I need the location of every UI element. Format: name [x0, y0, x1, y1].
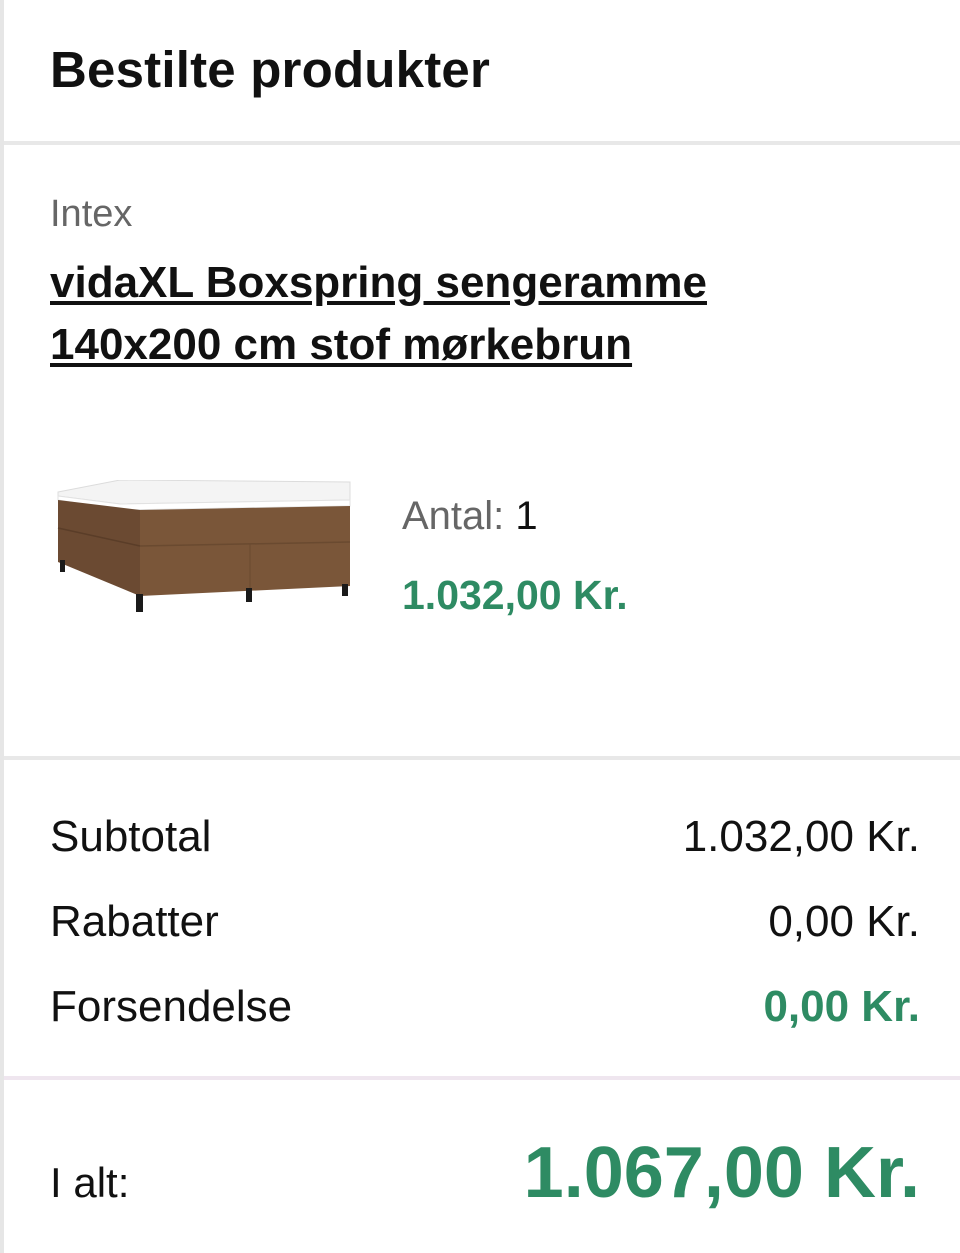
subtotal-value: 1.032,00 Kr. [682, 812, 920, 861]
order-summary: Bestilte produkter Intex vidaXL Boxsprin… [0, 0, 960, 1253]
grand-total-label: I alt: [50, 1159, 130, 1206]
product-brand: Intex [50, 193, 133, 235]
discount-row: Rabatter 0,00 Kr. [50, 897, 920, 982]
boxspring-bed-icon[interactable] [50, 480, 360, 620]
product-details-row: Antal: 1 1.032,00 Kr. [50, 480, 960, 640]
section-header: Bestilte produkter [4, 0, 960, 145]
quantity-value: 1 [515, 494, 538, 538]
product-item: Intex vidaXL Boxspring sengeramme 140x20… [4, 145, 960, 760]
discount-label: Rabatter [50, 897, 219, 946]
shipping-row: Forsendelse 0,00 Kr. [50, 982, 920, 1067]
grand-total-row: I alt: 1.067,00 Kr. [4, 1080, 960, 1214]
product-price: 1.032,00 Kr. [402, 572, 628, 618]
section-title: Bestilte produkter [50, 41, 491, 98]
shipping-value: 0,00 Kr. [763, 982, 920, 1031]
totals-section: Subtotal 1.032,00 Kr. Rabatter 0,00 Kr. … [4, 760, 960, 1080]
product-title-link[interactable]: vidaXL Boxspring sengeramme 140x200 cm s… [50, 252, 850, 376]
quantity-label: Antal: [402, 494, 505, 538]
subtotal-row: Subtotal 1.032,00 Kr. [50, 812, 920, 897]
shipping-label: Forsendelse [50, 982, 293, 1031]
grand-total-value: 1.067,00 Kr. [523, 1133, 920, 1213]
discount-value: 0,00 Kr. [768, 897, 920, 946]
quantity: Antal: 1 [402, 494, 538, 539]
subtotal-label: Subtotal [50, 812, 212, 861]
